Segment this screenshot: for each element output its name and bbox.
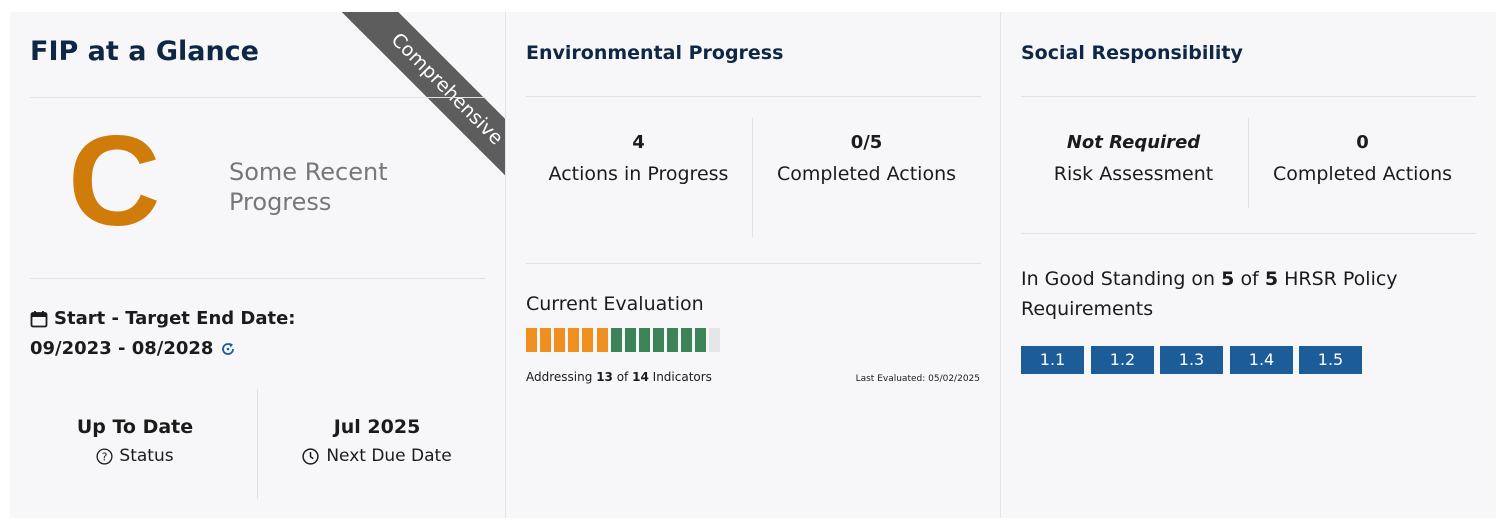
divider <box>526 263 981 264</box>
social-responsibility-panel: Social Responsibility Not Required Risk … <box>1000 12 1496 518</box>
last-evaluated: Last Evaluated: 05/02/2025 <box>855 374 980 384</box>
standing-count: 5 <box>1221 268 1235 290</box>
divider <box>1021 233 1476 234</box>
status-caption: ? Status <box>30 446 240 466</box>
environmental-progress-panel: Environmental Progress 4 Actions in Prog… <box>505 12 1000 518</box>
social-completed-label: Completed Actions <box>1272 163 1453 185</box>
evaluation-segment <box>652 328 664 352</box>
addressing-count: 13 <box>596 370 613 384</box>
divider <box>1248 118 1249 208</box>
standing-total: 5 <box>1264 268 1279 290</box>
risk-assessment-label: Risk Assessment <box>1053 163 1214 185</box>
standing-prefix: In Good Standing on <box>1021 268 1216 290</box>
due-label: Next Due Date <box>326 446 452 466</box>
policy-tag-4[interactable]: 1.4 <box>1230 346 1293 374</box>
evaluation-title: Current Evaluation <box>526 293 704 315</box>
calendar-icon <box>30 310 48 327</box>
evaluation-segment <box>638 328 650 352</box>
good-standing-text: In Good Standing on 5 of 5 HRSR Policy R… <box>1021 264 1461 324</box>
status-value: Up To Date <box>76 416 194 438</box>
due-block: Jul 2025 Next Due Date <box>272 416 482 466</box>
completed-actions: 0/5 Completed Actions <box>754 132 979 189</box>
panel-title: FIP at a Glance <box>30 36 259 67</box>
date-value-text: 09/2023 - 08/2028 <box>30 338 214 359</box>
social-completed-actions: 0 Completed Actions <box>1250 132 1475 189</box>
svg-text:?: ? <box>102 450 108 463</box>
divider <box>1021 96 1476 97</box>
evaluation-segment <box>568 328 580 352</box>
social-completed-value: 0 <box>1356 132 1369 153</box>
policy-tag-5[interactable]: 1.5 <box>1299 346 1362 374</box>
question-circle-icon: ? <box>96 447 113 465</box>
addressing-suffix: Indicators <box>652 370 712 384</box>
divider <box>30 278 485 279</box>
completed-actions-label: Completed Actions <box>776 163 957 185</box>
grade-label: Some Recent Progress <box>229 158 388 216</box>
date-range-label: Start - Target End Date: <box>30 308 296 329</box>
evaluation-segment <box>695 328 707 352</box>
due-caption: Next Due Date <box>272 446 482 466</box>
panel-title: Social Responsibility <box>1021 42 1243 64</box>
evaluation-segment <box>526 328 537 352</box>
actions-in-progress-label: Actions in Progress <box>548 163 729 185</box>
evaluation-segment <box>554 328 566 352</box>
grade-letter: C <box>68 110 161 253</box>
status-block: Up To Date ? Status <box>30 416 240 466</box>
addressing-of: of <box>616 370 629 384</box>
evaluation-segment <box>709 328 721 352</box>
due-value: Jul 2025 <box>333 416 421 438</box>
risk-assessment: Not Required Risk Assessment <box>1021 132 1246 189</box>
evaluation-segment <box>624 328 636 352</box>
risk-assessment-value: Not Required <box>1066 132 1201 153</box>
date-range-value: 09/2023 - 08/2028 <box>30 338 236 359</box>
actions-in-progress: 4 Actions in Progress <box>526 132 751 189</box>
dashboard: FIP at a Glance Comprehensive C Some Rec… <box>10 12 1496 518</box>
divider <box>752 118 753 238</box>
completed-actions-value: 0/5 <box>850 132 883 153</box>
status-label: Status <box>119 446 174 466</box>
evaluation-segment <box>582 328 594 352</box>
evaluation-segment <box>596 328 608 352</box>
policy-tag-2[interactable]: 1.2 <box>1091 346 1154 374</box>
evaluation-segment <box>667 328 678 352</box>
refresh-icon[interactable] <box>220 341 236 357</box>
evaluation-segment <box>540 328 552 352</box>
divider <box>257 389 258 499</box>
divider <box>30 97 485 98</box>
date-label-text: Start - Target End Date: <box>54 308 296 329</box>
actions-in-progress-value: 4 <box>632 132 645 153</box>
addressing-prefix: Addressing <box>526 370 593 384</box>
policy-tag-3[interactable]: 1.3 <box>1160 346 1223 374</box>
evaluation-segment <box>610 328 622 352</box>
standing-of: of <box>1240 268 1259 290</box>
panel-title: Environmental Progress <box>526 42 784 64</box>
fip-glance-panel: FIP at a Glance Comprehensive C Some Rec… <box>10 12 505 518</box>
policy-tag-1[interactable]: 1.1 <box>1021 346 1084 374</box>
clock-icon <box>302 447 319 465</box>
evaluation-segment <box>681 328 693 352</box>
addressing-indicators: Addressing 13 of 14 Indicators <box>526 370 712 384</box>
addressing-total: 14 <box>632 370 649 384</box>
divider <box>526 96 981 97</box>
